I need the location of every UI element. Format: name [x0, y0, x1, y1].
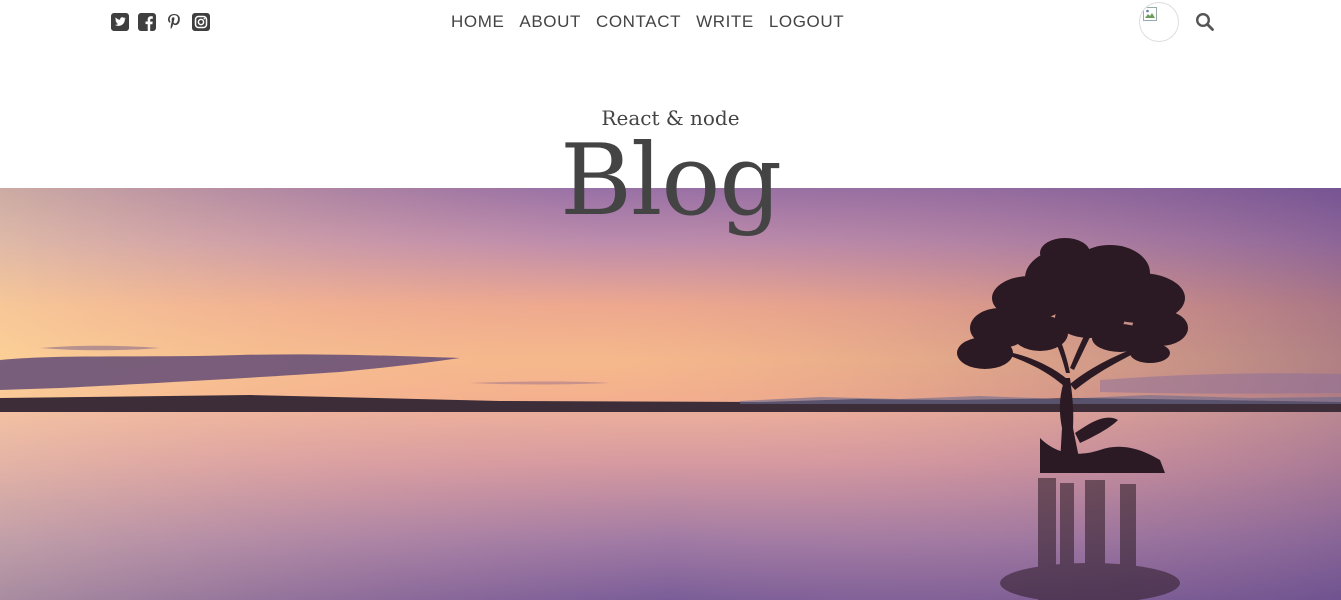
nav-contact-link[interactable]: CONTACT	[596, 11, 681, 33]
social-links	[111, 13, 219, 31]
facebook-icon[interactable]	[138, 13, 156, 31]
avatar[interactable]	[1139, 2, 1179, 42]
sunset-lake-image	[0, 188, 1341, 600]
nav-logout-link[interactable]: LOGOUT	[769, 11, 844, 33]
top-bar: HOME ABOUT CONTACT WRITE LOGOUT	[0, 0, 1341, 44]
nav-home-link[interactable]: HOME	[451, 11, 504, 33]
nav-about-link[interactable]: ABOUT	[519, 11, 581, 33]
top-right	[1139, 2, 1215, 42]
instagram-icon[interactable]	[192, 13, 210, 31]
header-image	[0, 188, 1341, 600]
pinterest-icon[interactable]	[165, 13, 183, 31]
broken-image-icon	[1143, 7, 1157, 21]
header-subtitle: React & node	[601, 106, 740, 130]
twitter-icon[interactable]	[111, 13, 129, 31]
nav-write-link[interactable]: WRITE	[696, 11, 754, 33]
search-icon[interactable]	[1195, 12, 1215, 32]
main-nav: HOME ABOUT CONTACT WRITE LOGOUT	[446, 11, 854, 33]
